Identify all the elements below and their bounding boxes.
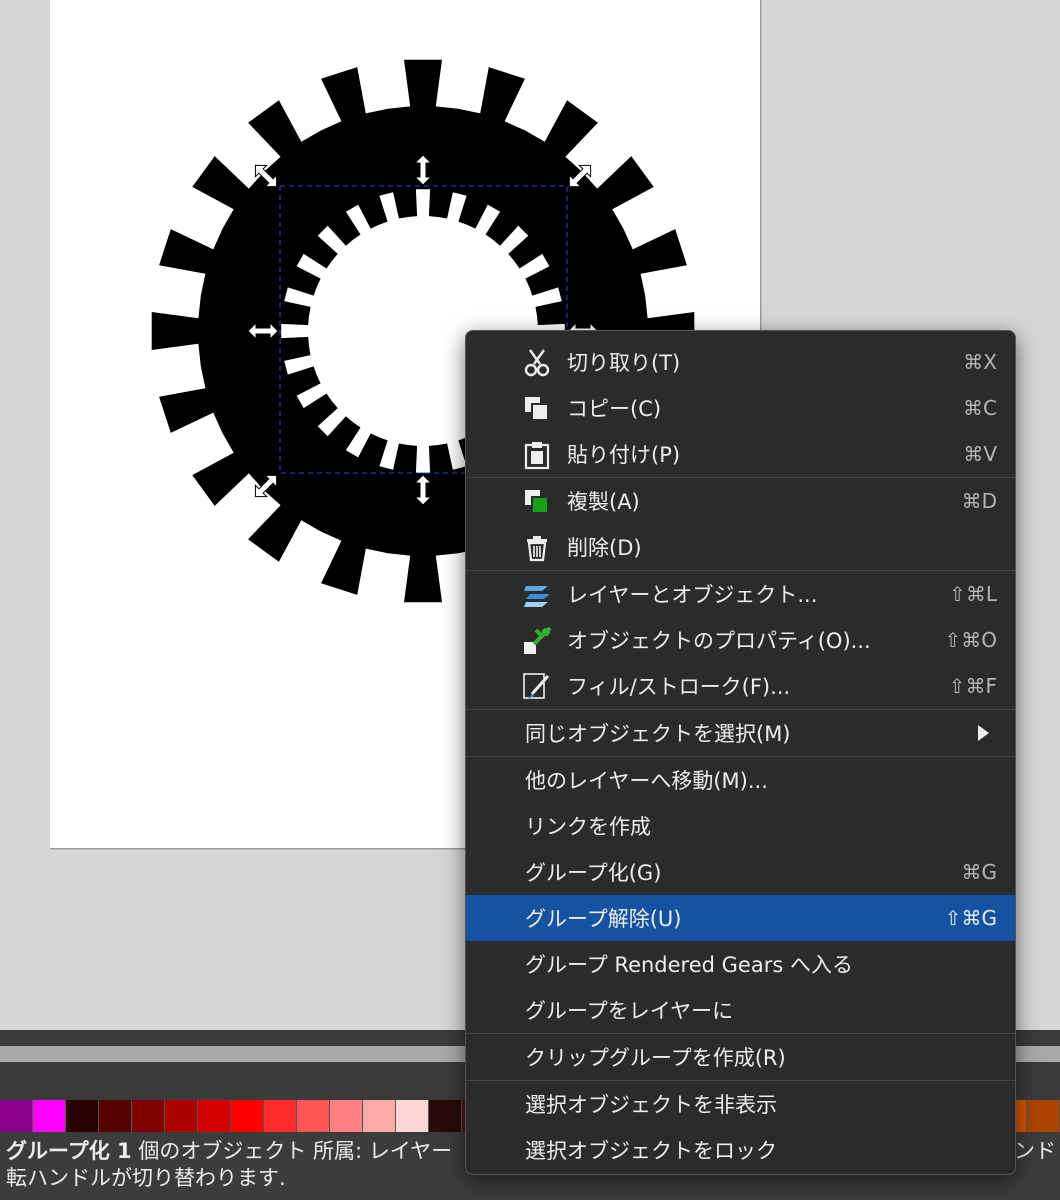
menu-item-label: 貼り付け(P) <box>567 443 681 467</box>
menu-item[interactable]: 他のレイヤーへ移動(M)... <box>466 757 1015 803</box>
color-swatch[interactable] <box>363 1100 396 1132</box>
color-swatch[interactable] <box>396 1100 429 1132</box>
submenu-arrow-icon <box>973 723 993 743</box>
color-swatch[interactable] <box>132 1100 165 1132</box>
scissors-icon <box>522 348 552 378</box>
color-swatch[interactable] <box>165 1100 198 1132</box>
menu-item[interactable]: オブジェクトのプロパティ(O)... ⇧⌘O <box>466 617 1015 663</box>
status-text-right: ンド <box>1014 1139 1056 1163</box>
menu-item[interactable]: 選択オブジェクトを非表示 <box>466 1081 1015 1127</box>
color-swatch[interactable] <box>198 1100 231 1132</box>
color-swatch[interactable] <box>0 1100 33 1132</box>
color-swatch[interactable] <box>231 1100 264 1132</box>
menu-item[interactable]: リンクを作成 <box>466 803 1015 849</box>
menu-item[interactable]: グループ解除(U) ⇧⌘G <box>466 895 1015 941</box>
menu-item-label: グループをレイヤーに <box>525 999 734 1023</box>
menu-item-label: フィル/ストローク(F)... <box>567 675 791 699</box>
menu-item[interactable]: 切り取り(T) ⌘X <box>466 339 1015 385</box>
menu-item[interactable]: グループをレイヤーに <box>466 987 1015 1033</box>
menu-item-label: グループ Rendered Gears へ入る <box>525 953 853 977</box>
menu-item-label: 他のレイヤーへ移動(M)... <box>525 769 768 793</box>
menu-item[interactable]: 同じオブジェクトを選択(M) <box>466 710 1015 756</box>
color-swatch[interactable] <box>264 1100 297 1132</box>
menu-item-label: 選択オブジェクトをロック <box>525 1139 777 1163</box>
menu-item-shortcut: ⌘X <box>963 350 997 374</box>
menu-item-label: リンクを作成 <box>525 815 651 839</box>
color-swatch[interactable] <box>330 1100 363 1132</box>
menu-item[interactable]: 削除(D) <box>466 524 1015 570</box>
color-swatch[interactable] <box>99 1100 132 1132</box>
menu-item-shortcut: ⌘C <box>963 396 997 420</box>
menu-item-label: 削除(D) <box>567 536 642 560</box>
duplicate-icon <box>522 487 552 517</box>
status-selection-type: グループ化 1 <box>6 1139 132 1163</box>
color-swatch[interactable] <box>429 1100 462 1132</box>
menu-item[interactable]: 貼り付け(P) ⌘V <box>466 431 1015 477</box>
menu-item[interactable]: グループ Rendered Gears へ入る <box>466 941 1015 987</box>
menu-item-shortcut: ⇧⌘L <box>949 582 997 606</box>
menu-item-label: グループ化(G) <box>525 861 662 885</box>
copy-icon <box>522 394 552 424</box>
menu-item[interactable]: レイヤーとオブジェクト... ⇧⌘L <box>466 571 1015 617</box>
menu-item-shortcut: ⌘D <box>961 489 997 513</box>
menu-item-shortcut: ⇧⌘O <box>944 628 998 652</box>
menu-item-shortcut: ⌘V <box>963 442 997 466</box>
color-swatch[interactable] <box>1027 1100 1060 1132</box>
menu-item-shortcut: ⇧⌘F <box>948 674 997 698</box>
menu-item-label: 選択オブジェクトを非表示 <box>525 1093 777 1117</box>
menu-item-label: 複製(A) <box>567 490 640 514</box>
color-swatch[interactable] <box>33 1100 66 1132</box>
menu-item[interactable]: クリップグループを作成(R) <box>466 1034 1015 1080</box>
context-menu: 切り取り(T) ⌘X コピー(C) ⌘C 貼り付け(P) ⌘V 複製(A) ⌘D 削除(D) レイ… <box>465 330 1016 1175</box>
menu-item[interactable]: フィル/ストローク(F)... ⇧⌘F <box>466 663 1015 709</box>
menu-item-label: レイヤーとオブジェクト... <box>567 583 818 607</box>
color-swatch[interactable] <box>66 1100 99 1132</box>
menu-item[interactable]: 選択オブジェクトをロック <box>466 1127 1015 1173</box>
menu-item[interactable]: コピー(C) ⌘C <box>466 385 1015 431</box>
menu-item-shortcut: ⇧⌘G <box>944 906 997 930</box>
status-text: 個のオブジェクト 所属: レイヤー <box>131 1139 453 1163</box>
object-properties-icon <box>522 626 552 656</box>
menu-item-label: オブジェクトのプロパティ(O)... <box>567 629 871 653</box>
menu-item-label: コピー(C) <box>567 397 662 421</box>
menu-item-label: クリップグループを作成(R) <box>525 1046 786 1070</box>
menu-item[interactable]: 複製(A) ⌘D <box>466 478 1015 524</box>
menu-item-label: 切り取り(T) <box>567 351 681 375</box>
color-swatch[interactable] <box>297 1100 330 1132</box>
menu-item-label: 同じオブジェクトを選択(M) <box>525 722 791 746</box>
menu-item-shortcut: ⌘G <box>961 860 998 884</box>
menu-item[interactable]: グループ化(G) ⌘G <box>466 849 1015 895</box>
paste-icon <box>522 440 552 470</box>
menu-item-label: グループ解除(U) <box>525 907 682 931</box>
fill-stroke-icon <box>522 672 552 702</box>
trash-icon <box>522 533 552 563</box>
layers-icon <box>522 580 552 610</box>
